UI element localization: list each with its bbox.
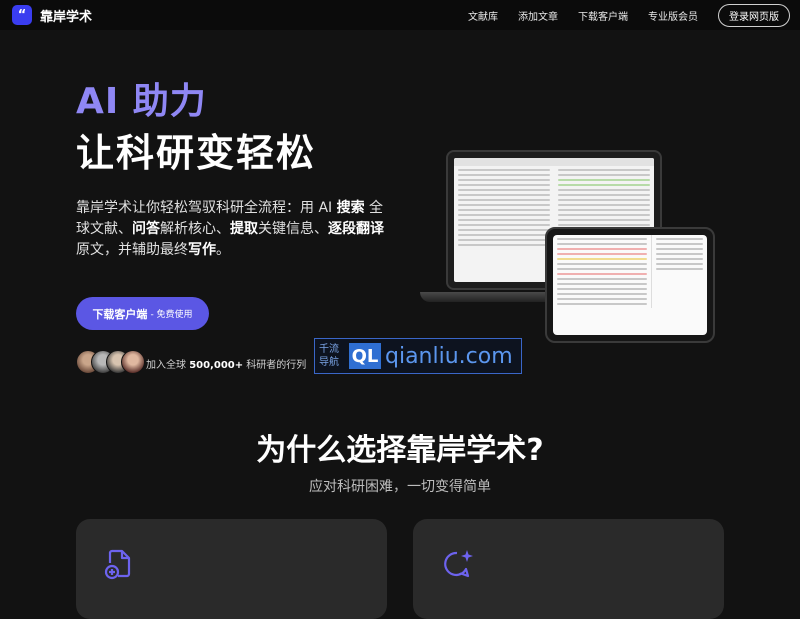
hero-title: 让科研变轻松 <box>76 131 317 175</box>
hero-accent-heading: AI 助力 <box>76 81 207 122</box>
feature-card <box>413 519 724 619</box>
watermark-ql-logo: QL <box>349 343 381 369</box>
desc-keyword-qa: 问答 <box>132 221 160 237</box>
hero-description: 靠岸学术让你轻松驾驭科研全流程：用 AI 搜索 全球文献、问答解析核心、提取关键… <box>76 198 396 261</box>
nav-link-library[interactable]: 文献库 <box>468 8 498 23</box>
desc-text: 原文，并辅助最终 <box>76 242 188 258</box>
feature-card <box>76 519 387 619</box>
cta-label: 下载客户端 <box>92 307 148 321</box>
why-section-title: 为什么选择靠岸学术? <box>256 433 544 468</box>
download-client-button[interactable]: 下载客户端 - 免费使用 <box>76 297 209 330</box>
tablet-mockup <box>545 227 715 343</box>
login-web-button[interactable]: 登录网页版 <box>718 3 790 27</box>
nav-menu: 文献库 添加文章 下载客户端 专业版会员 登录网页版 <box>468 0 800 30</box>
users-prefix: 加入全球 <box>146 360 190 371</box>
tablet-screen-preview <box>553 235 707 335</box>
document-add-icon <box>104 548 134 584</box>
nav-link-pro-membership[interactable]: 专业版会员 <box>648 8 698 23</box>
desc-keyword-write: 写作 <box>188 242 216 258</box>
watermark-left-text: 千流导航 <box>319 344 339 368</box>
users-count: 500,000+ <box>189 360 244 371</box>
watermark: 千流导航 QL qianliu.com <box>314 338 522 374</box>
avatar <box>121 350 145 374</box>
desc-text: 关键信息、 <box>258 221 328 237</box>
users-suffix: 科研者的行列 <box>243 360 307 371</box>
nav-link-add-article[interactable]: 添加文章 <box>518 8 558 23</box>
watermark-domain: qianliu.com <box>385 343 513 369</box>
top-navigation-bar: “ 靠岸学术 文献库 添加文章 下载客户端 专业版会员 登录网页版 <box>0 0 800 30</box>
desc-keyword-translate: 逐段翻译 <box>328 221 384 237</box>
desc-text: 。 <box>216 242 230 258</box>
chat-sparkle-icon <box>441 548 475 584</box>
why-section-subtitle: 应对科研困难，一切变得简单 <box>309 479 491 495</box>
cta-sublabel: - 免费使用 <box>150 310 193 320</box>
logo-quote-icon: “ <box>12 5 32 25</box>
brand-name: 靠岸学术 <box>40 9 93 25</box>
nav-link-download-client[interactable]: 下载客户端 <box>578 8 628 23</box>
users-count-text: 加入全球 500,000+ 科研者的行列 <box>146 356 306 371</box>
desc-text: 靠岸学术让你轻松驾驭科研全流程：用 AI <box>76 200 337 216</box>
desc-keyword-extract: 提取 <box>230 221 258 237</box>
user-avatars <box>76 350 145 374</box>
logo[interactable]: “ 靠岸学术 <box>12 5 92 25</box>
desc-text: 解析核心、 <box>160 221 230 237</box>
desc-keyword-search: 搜索 <box>336 200 365 216</box>
